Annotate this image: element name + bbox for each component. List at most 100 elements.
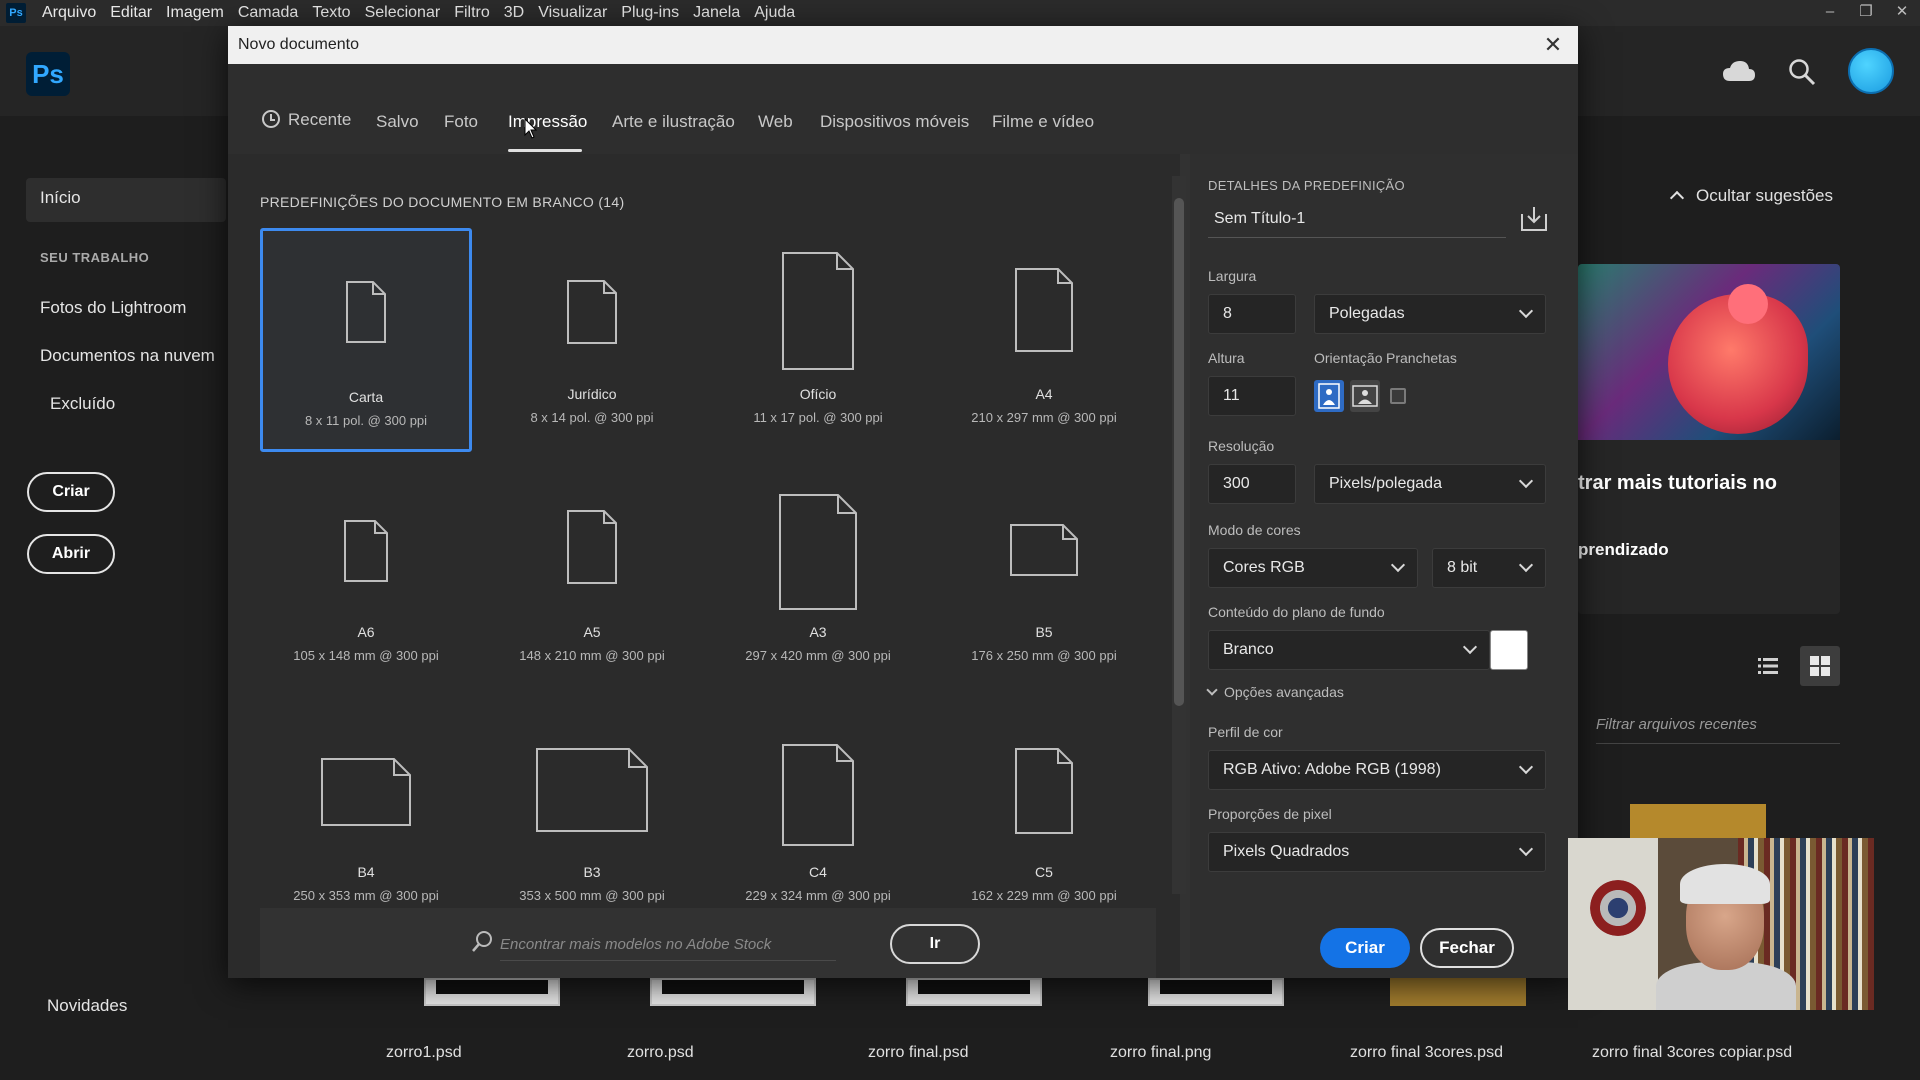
preset-card[interactable]: Jurídico 8 x 14 pol. @ 300 ppi [486,228,698,452]
tab-photo[interactable]: Foto [444,112,478,132]
preset-name: C4 [809,864,827,880]
restore-icon[interactable]: ❐ [1848,0,1884,26]
preset-card[interactable]: B4 250 x 353 mm @ 300 ppi [260,708,472,932]
resolution-field[interactable]: 300 [1208,464,1296,504]
preset-card[interactable]: Carta 8 x 11 pol. @ 300 ppi [260,228,472,452]
tutorial-card[interactable]: trar mais tutoriais no prendizado [1578,264,1840,614]
preset-description: 8 x 11 pol. @ 300 ppi [304,413,428,428]
artboards-checkbox[interactable] [1390,388,1406,404]
tab-web[interactable]: Web [758,112,793,132]
home-open-button[interactable]: Abrir [27,534,115,574]
recent-thumbnail[interactable] [1390,978,1526,1006]
tab-print[interactable]: Impressão [508,112,587,132]
new-document-dialog: Novo documento ✕ Recente Salvo Foto Impr… [228,26,1578,978]
search-icon[interactable] [1788,58,1816,93]
recent-thumbnail[interactable] [1148,978,1284,1006]
tab-film-video[interactable]: Filme e vídeo [992,112,1094,132]
menu-selecionar[interactable]: Selecionar [365,4,441,22]
sidebar-item-deleted[interactable]: Excluído [50,394,115,414]
webcam-overlay [1568,838,1874,1010]
home-create-button[interactable]: Criar [27,472,115,512]
menu-texto[interactable]: Texto [312,4,350,22]
recent-file-name[interactable]: zorro final.png [1110,1044,1211,1062]
color-profile-select[interactable]: RGB Ativo: Adobe RGB (1998) [1208,750,1546,790]
recent-file-name[interactable]: zorro final.psd [868,1044,969,1062]
preset-description: 297 x 420 mm @ 300 ppi [745,648,891,663]
preset-card[interactable]: C5 162 x 229 mm @ 300 ppi [938,708,1150,932]
preset-card[interactable]: A6 105 x 148 mm @ 300 ppi [260,468,472,692]
menu-plugins[interactable]: Plug-ins [621,4,679,22]
recent-thumbnail[interactable] [650,978,816,1006]
menu-camada[interactable]: Camada [238,4,298,22]
tab-recent[interactable]: Recente [262,110,351,130]
bit-depth-select[interactable]: 8 bit [1432,548,1546,588]
tab-mobile[interactable]: Dispositivos móveis [820,112,969,132]
stock-go-button[interactable]: Ir [890,924,980,964]
close-button[interactable]: Fechar [1420,928,1514,968]
presets-scrollbar[interactable] [1172,176,1186,894]
scrollbar-thumb[interactable] [1174,198,1184,706]
preset-card[interactable]: A5 148 x 210 mm @ 300 ppi [486,468,698,692]
list-view-icon[interactable] [1748,646,1788,686]
width-unit-select[interactable]: Polegadas [1314,294,1546,334]
menu-janela[interactable]: Janela [693,4,740,22]
tutorial-image [1578,264,1840,440]
recent-file-name[interactable]: zorro final 3cores.psd [1350,1044,1503,1062]
preset-card[interactable]: A3 297 x 420 mm @ 300 ppi [712,468,924,692]
landscape-orientation-icon[interactable] [1350,380,1380,412]
menu-imagem[interactable]: Imagem [166,4,224,22]
avatar[interactable] [1848,48,1894,94]
preset-card[interactable]: C4 229 x 324 mm @ 300 ppi [712,708,924,932]
stock-search-input[interactable]: Encontrar mais modelos no Adobe Stock [500,936,836,953]
preset-card[interactable]: B5 176 x 250 mm @ 300 ppi [938,468,1150,692]
color-profile-label: Perfil de cor [1208,724,1283,740]
recent-file-name[interactable]: zorro final 3cores copiar.psd [1592,1044,1792,1062]
resolution-unit-select[interactable]: Pixels/polegada [1314,464,1546,504]
save-preset-icon[interactable] [1520,206,1548,232]
minimize-icon[interactable]: – [1812,0,1848,26]
background-label: Conteúdo do plano de fundo [1208,604,1385,620]
width-field[interactable]: 8 [1208,294,1296,334]
advanced-options-toggle[interactable]: Opções avançadas [1206,684,1344,700]
preset-card[interactable]: B3 353 x 500 mm @ 300 ppi [486,708,698,932]
close-icon[interactable]: ✕ [1540,32,1566,58]
tab-art-illustration[interactable]: Arte e ilustração [612,112,735,132]
recent-thumbnail[interactable] [1630,804,1766,840]
menu-editar[interactable]: Editar [110,4,152,22]
cloud-icon[interactable] [1722,58,1756,89]
pixel-aspect-select[interactable]: Pixels Quadrados [1208,832,1546,872]
grid-view-icon[interactable] [1800,646,1840,686]
recent-thumbnail[interactable] [424,978,560,1006]
document-icon [486,748,698,832]
window-close-icon[interactable]: ✕ [1884,0,1920,26]
presets-header: PREDEFINIÇÕES DO DOCUMENTO EM BRANCO (14… [260,194,624,210]
sidebar-item-cloud-docs[interactable]: Documentos na nuvem [40,346,215,366]
create-button[interactable]: Criar [1320,928,1410,968]
menu-filtro[interactable]: Filtro [454,4,490,22]
recent-file-name[interactable]: zorro1.psd [386,1044,462,1062]
preset-card[interactable]: A4 210 x 297 mm @ 300 ppi [938,228,1150,452]
sidebar-item-news[interactable]: Novidades [47,996,127,1016]
document-title-field[interactable]: Sem Título-1 [1208,200,1506,238]
clock-icon [262,110,280,128]
height-field[interactable]: 11 [1208,376,1296,416]
recent-file-name[interactable]: zorro.psd [627,1044,694,1062]
home-sidebar: Início SEU TRABALHO Fotos do Lightroom D… [0,116,228,1080]
menu-ajuda[interactable]: Ajuda [754,4,795,22]
sidebar-item-lightroom[interactable]: Fotos do Lightroom [40,298,186,318]
menu-arquivo[interactable]: Arquivo [42,4,96,22]
filter-recent-input[interactable]: Filtrar arquivos recentes [1596,716,1840,744]
menu-visualizar[interactable]: Visualizar [538,4,607,22]
webcam-person-hair [1680,864,1770,904]
recent-thumbnail[interactable] [906,978,1042,1006]
hide-suggestions-button[interactable]: Ocultar sugestões [1669,186,1833,206]
preset-card[interactable]: Ofício 11 x 17 pol. @ 300 ppi [712,228,924,452]
document-icon [712,494,924,610]
background-color-swatch[interactable] [1490,630,1528,670]
background-select[interactable]: Branco [1208,630,1490,670]
color-mode-select[interactable]: Cores RGB [1208,548,1418,588]
tab-saved[interactable]: Salvo [376,112,419,132]
chevron-down-icon [1462,639,1478,655]
menu-3d[interactable]: 3D [504,4,524,22]
portrait-orientation-icon[interactable] [1314,380,1344,412]
